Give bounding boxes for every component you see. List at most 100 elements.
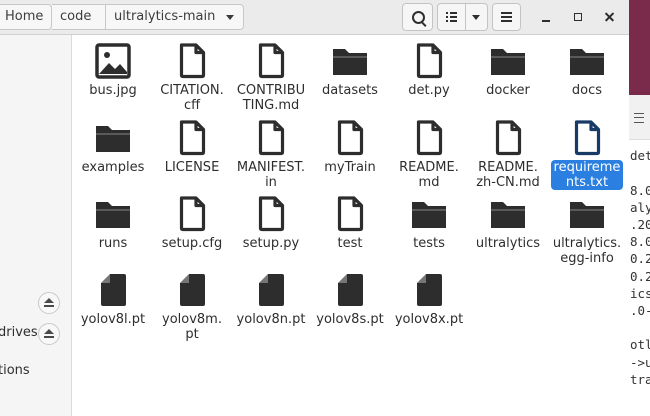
file-name: yolov8l.pt (80, 312, 146, 327)
terminal-line: 8.0 (630, 182, 650, 198)
file-name: docker (486, 83, 530, 98)
document-file-icon (258, 196, 285, 232)
file-name: README. zh-CN.md (476, 160, 540, 190)
file-item[interactable]: CITATION. cff (150, 35, 234, 113)
terminal-menu-icon (634, 113, 644, 123)
file-item[interactable]: LICENSE (150, 112, 234, 175)
file-item[interactable]: ultralytics. egg-info (545, 188, 629, 266)
file-item[interactable]: README. zh-CN.md (466, 112, 550, 190)
file-name: yolov8s.pt (316, 312, 384, 327)
file-name: datasets (322, 83, 378, 98)
folder-icon (333, 49, 367, 75)
file-name: yolov8m. pt (162, 312, 222, 342)
binary-file-icon (338, 274, 363, 306)
file-item[interactable]: setup.py (229, 188, 313, 251)
document-file-icon (179, 120, 206, 156)
file-grid: bus.jpg CITATION. cff CONTRIBU TING.md datase… (72, 35, 629, 416)
file-name: myTrain (324, 160, 376, 175)
file-item[interactable]: requireme nts.txt (545, 112, 629, 190)
file-name: examples (81, 160, 145, 175)
file-item[interactable]: docs (545, 35, 629, 98)
terminal-line: 0.2 (630, 268, 650, 284)
file-item[interactable]: myTrain (308, 112, 392, 175)
file-name: setup.py (242, 236, 300, 251)
file-item[interactable]: examples (71, 112, 155, 175)
file-item[interactable]: yolov8x.pt (387, 264, 471, 327)
headerbar: Home code ultralytics-main (0, 0, 629, 35)
minimize-icon[interactable] (534, 5, 558, 29)
sidebar-item-other-locations[interactable]: tions (0, 363, 30, 378)
file-name: test (337, 236, 363, 251)
folder-icon (96, 126, 130, 152)
file-item[interactable]: CONTRIBU TING.md (229, 35, 313, 113)
file-item[interactable]: runs (71, 188, 155, 251)
folder-icon (412, 202, 446, 228)
file-item[interactable]: yolov8s.pt (308, 264, 392, 327)
file-item[interactable]: test (308, 188, 392, 251)
terminal-line: det (630, 148, 650, 164)
file-item[interactable]: bus.jpg (71, 35, 155, 98)
file-name: CONTRIBU TING.md (236, 83, 306, 113)
file-item[interactable]: yolov8l.pt (71, 264, 155, 327)
file-item[interactable]: setup.cfg (150, 188, 234, 251)
view-toggle-button[interactable] (437, 3, 466, 31)
file-name: MANIFEST. in (236, 160, 306, 190)
file-item[interactable]: docker (466, 35, 550, 98)
image-file-icon (95, 43, 131, 79)
eject-icon[interactable] (38, 292, 60, 314)
file-name: bus.jpg (89, 83, 137, 98)
breadcrumb-current-label: ultralytics-main (114, 9, 216, 24)
file-name: yolov8x.pt (394, 312, 464, 327)
hamburger-menu-icon (501, 12, 512, 22)
terminal-line: ics (630, 285, 650, 301)
folder-icon (491, 49, 525, 75)
document-file-icon (337, 196, 364, 232)
view-options-button[interactable] (466, 3, 488, 31)
document-file-icon (416, 120, 443, 156)
main-menu-button[interactable] (492, 3, 521, 31)
file-item[interactable]: datasets (308, 35, 392, 98)
file-item[interactable]: yolov8m. pt (150, 264, 234, 342)
maximize-icon[interactable] (566, 5, 590, 29)
file-name: tests (413, 236, 445, 251)
document-file-icon (574, 120, 601, 156)
file-name: det.py (408, 83, 450, 98)
file-name: docs (571, 83, 603, 98)
search-button[interactable] (402, 3, 433, 31)
folder-icon (570, 202, 604, 228)
document-file-icon (416, 43, 443, 79)
terminal-line: aly (630, 199, 650, 215)
sidebar-item-other-drives[interactable]: drives (0, 325, 38, 340)
binary-file-icon (259, 274, 284, 306)
document-file-icon (179, 196, 206, 232)
breadcrumb-code[interactable]: code (52, 4, 106, 30)
close-icon[interactable] (598, 5, 622, 29)
list-view-icon (446, 12, 458, 22)
terminal-line: 8.0 (630, 234, 650, 250)
chevron-down-icon (226, 15, 234, 20)
file-name: README. md (399, 160, 459, 190)
file-item[interactable]: README. md (387, 112, 471, 190)
breadcrumb-current-folder[interactable]: ultralytics-main (106, 4, 244, 30)
file-name: ultralytics. egg-info (552, 236, 622, 266)
document-file-icon (179, 43, 206, 79)
file-name: requireme nts.txt (550, 160, 624, 190)
binary-file-icon (101, 274, 126, 306)
folder-icon (570, 49, 604, 75)
document-file-icon (258, 43, 285, 79)
background-terminal[interactable]: det8.0aly.208.00.20.2ics.0-otl->utra (628, 95, 650, 416)
file-item[interactable]: det.py (387, 35, 471, 98)
file-item[interactable]: MANIFEST. in (229, 112, 313, 190)
search-icon (412, 11, 425, 24)
document-file-icon (337, 120, 364, 156)
terminal-tab-strip (628, 95, 650, 140)
terminal-line: otl (630, 337, 650, 353)
breadcrumb-home[interactable]: Home (0, 4, 52, 30)
file-item[interactable]: ultralytics (466, 188, 550, 251)
binary-file-icon (417, 274, 442, 306)
file-item[interactable]: yolov8n.pt (229, 264, 313, 327)
file-name: runs (98, 236, 128, 251)
eject-icon[interactable] (38, 323, 60, 345)
file-item[interactable]: tests (387, 188, 471, 251)
binary-file-icon (180, 274, 205, 306)
